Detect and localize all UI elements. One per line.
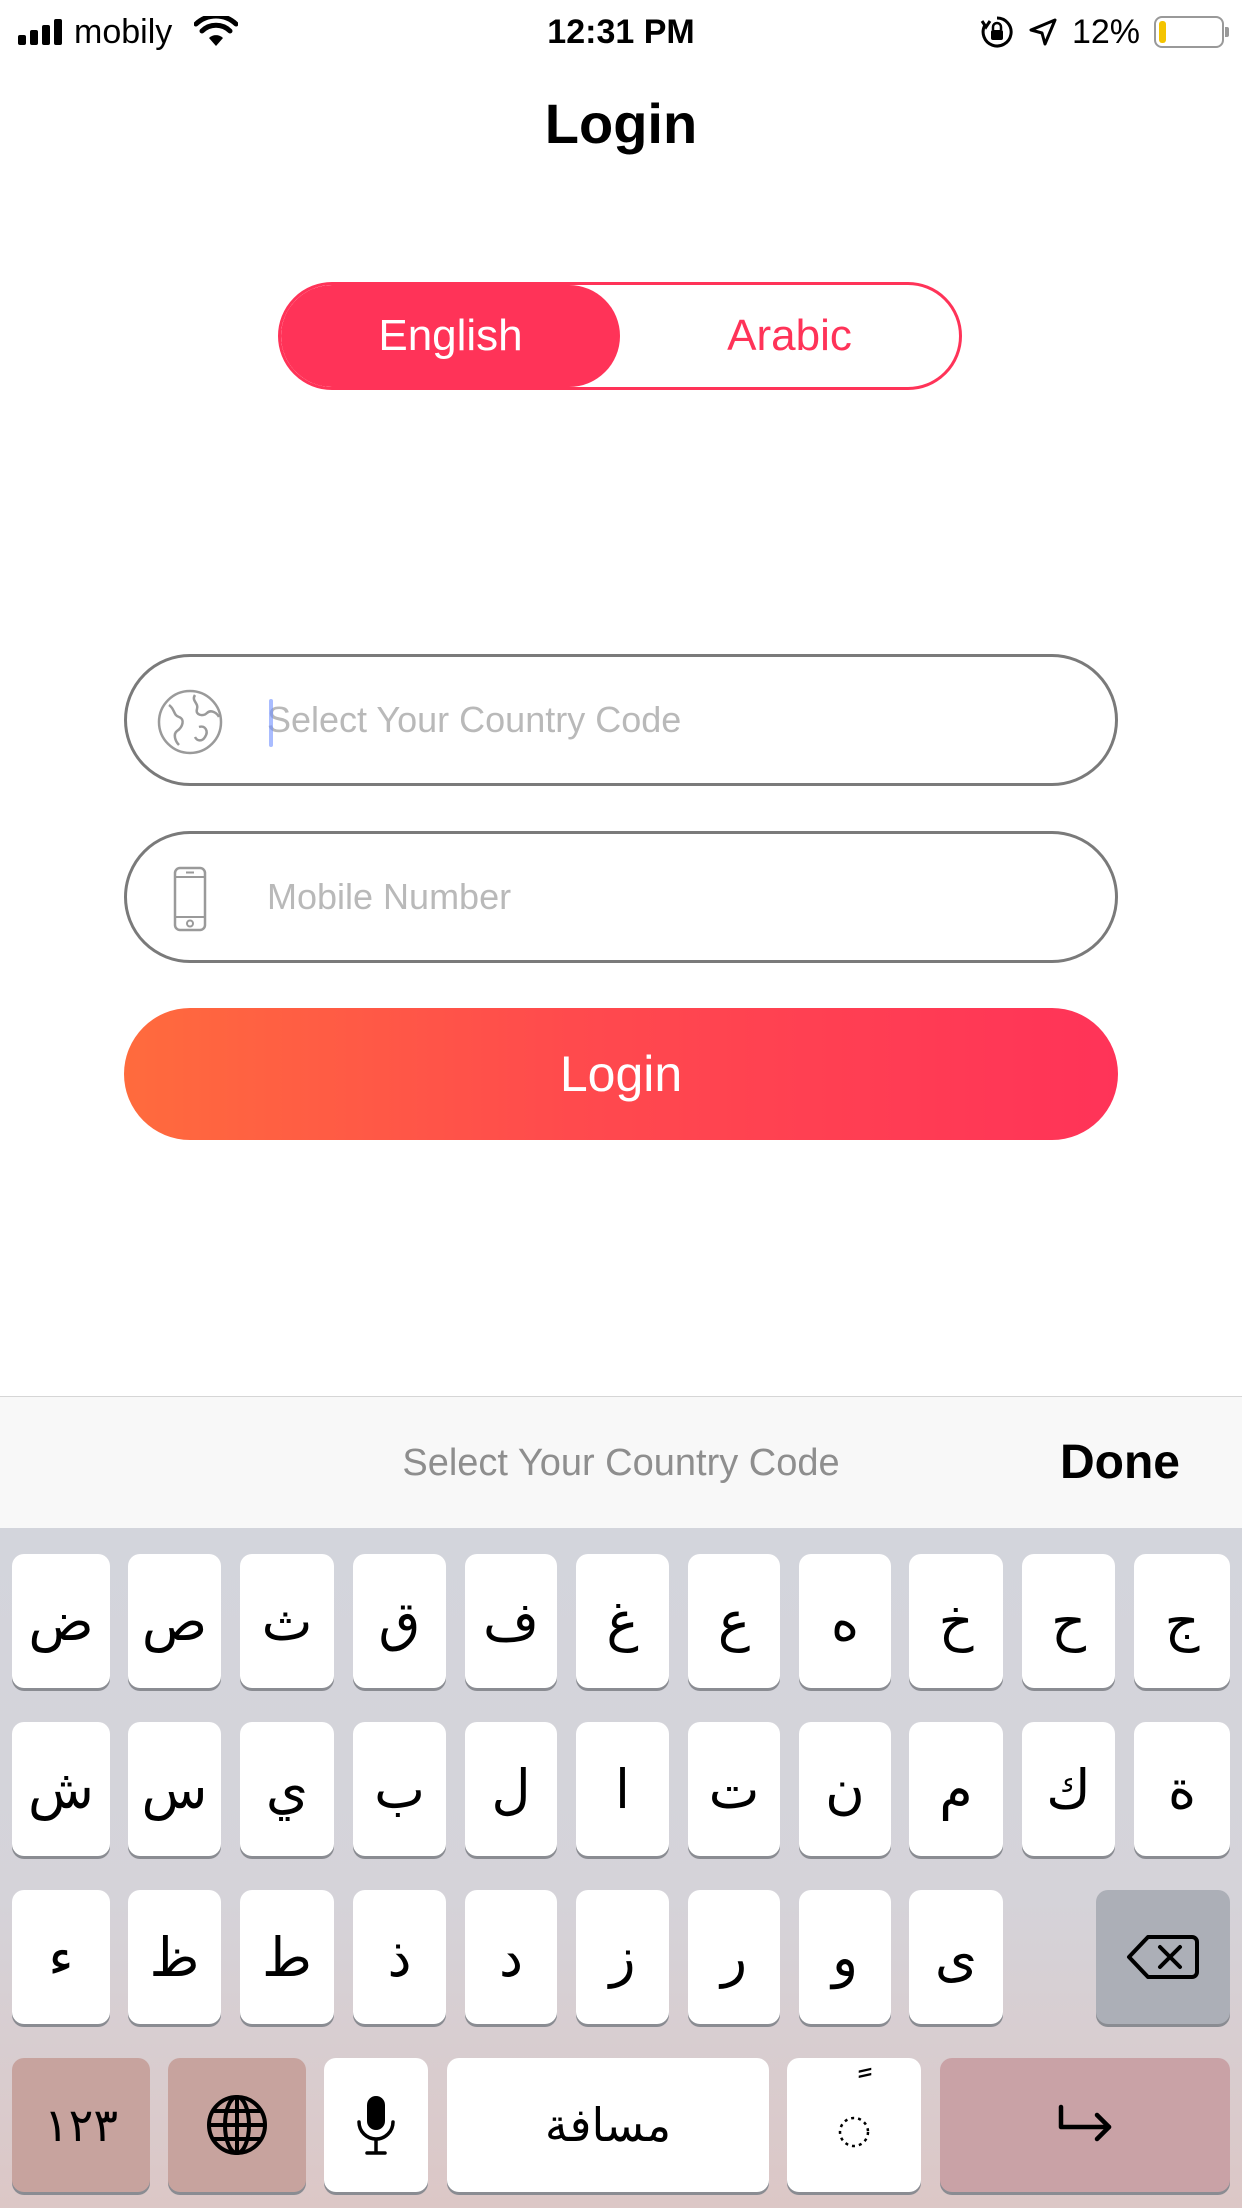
country-code-input[interactable]: [267, 657, 1087, 783]
key[interactable]: ء: [12, 1890, 110, 2024]
backspace-icon: [1127, 1935, 1199, 1979]
key[interactable]: ط: [240, 1890, 334, 2024]
globe-icon: [207, 2095, 267, 2155]
arabic-keyboard: ض ص ث ق ف غ ع ه خ ح ج ش س ي ب ل ا ت ن م …: [0, 1528, 1242, 2208]
diacritic-key[interactable]: ً: [787, 2058, 921, 2192]
return-key[interactable]: [940, 2058, 1230, 2192]
battery-icon: [1154, 16, 1229, 48]
accessory-title: Select Your Country Code: [402, 1442, 840, 1484]
key[interactable]: ة: [1134, 1722, 1230, 1856]
key[interactable]: ف: [465, 1554, 557, 1688]
key[interactable]: ى: [909, 1890, 1003, 2024]
status-bar: mobily 12:31 PM 12%: [0, 0, 1242, 62]
done-button[interactable]: Done: [1060, 1397, 1180, 1529]
key[interactable]: ض: [12, 1554, 110, 1688]
key[interactable]: ق: [353, 1554, 446, 1688]
key[interactable]: خ: [909, 1554, 1003, 1688]
key[interactable]: ك: [1022, 1722, 1115, 1856]
key[interactable]: ش: [12, 1722, 110, 1856]
location-arrow-icon: [1029, 18, 1057, 46]
key[interactable]: ذ: [353, 1890, 446, 2024]
country-code-field[interactable]: [124, 654, 1118, 786]
key[interactable]: س: [128, 1722, 221, 1856]
key[interactable]: ب: [353, 1722, 446, 1856]
login-button[interactable]: Login: [124, 1008, 1118, 1140]
numbers-key[interactable]: ١٢٣: [12, 2058, 150, 2192]
key[interactable]: ل: [465, 1722, 557, 1856]
delete-key[interactable]: [1096, 1890, 1230, 2024]
battery-level: [1159, 21, 1166, 43]
page-title: Login: [544, 92, 698, 155]
globe-icon: [157, 689, 223, 755]
key[interactable]: غ: [576, 1554, 669, 1688]
key[interactable]: ظ: [128, 1890, 221, 2024]
status-right: 12%: [980, 10, 1229, 54]
globe-key[interactable]: [168, 2058, 306, 2192]
key[interactable]: ت: [688, 1722, 780, 1856]
key[interactable]: د: [465, 1890, 557, 2024]
microphone-icon: [357, 2096, 395, 2155]
mobile-number-field[interactable]: [124, 831, 1118, 963]
key[interactable]: ع: [688, 1554, 780, 1688]
key[interactable]: ه: [799, 1554, 891, 1688]
space-key[interactable]: مسافة: [447, 2058, 769, 2192]
keyboard-accessory-bar: Select Your Country Code Done: [0, 1396, 1242, 1529]
orientation-lock-icon: [980, 16, 1013, 48]
key[interactable]: ز: [576, 1890, 669, 2024]
key[interactable]: م: [909, 1722, 1003, 1856]
language-toggle: English Arabic: [278, 282, 962, 390]
key[interactable]: ر: [688, 1890, 780, 2024]
text-cursor: [269, 699, 273, 747]
phone-icon: [173, 866, 207, 932]
key[interactable]: ا: [576, 1722, 669, 1856]
return-arrow-icon: [1058, 2104, 1112, 2142]
dictation-key[interactable]: [324, 2058, 428, 2192]
diacritic-mark: ً: [787, 2064, 921, 2115]
key[interactable]: و: [799, 1890, 891, 2024]
mobile-number-input[interactable]: [267, 834, 1087, 960]
key[interactable]: ج: [1134, 1554, 1230, 1688]
key[interactable]: ي: [240, 1722, 334, 1856]
key[interactable]: ص: [128, 1554, 221, 1688]
key[interactable]: ث: [240, 1554, 334, 1688]
arabic-option[interactable]: Arabic: [620, 285, 959, 387]
key[interactable]: ن: [799, 1722, 891, 1856]
english-option[interactable]: English: [281, 285, 620, 387]
key[interactable]: ح: [1022, 1554, 1115, 1688]
battery-percent: 12%: [1071, 12, 1140, 51]
